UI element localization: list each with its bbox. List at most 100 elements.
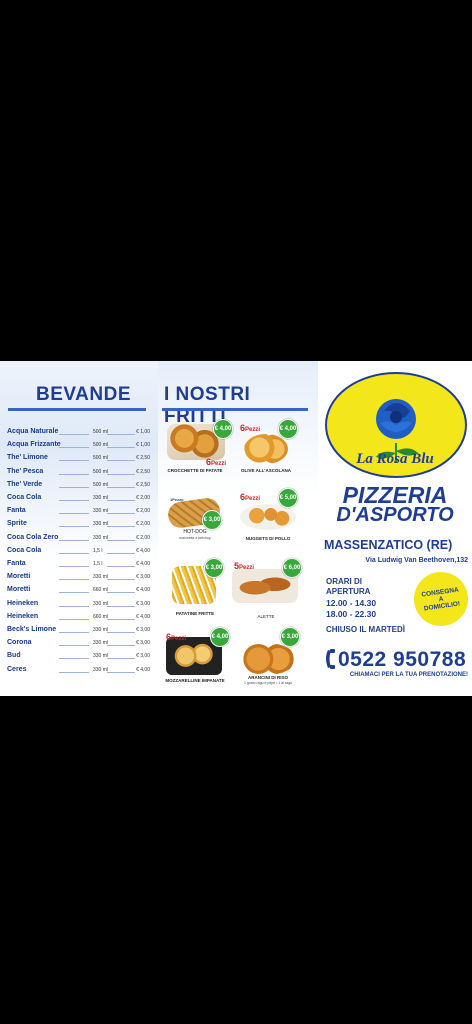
drink-price: € 2,00 (136, 508, 150, 515)
alette-caption: ALETTE (257, 614, 275, 619)
drink-leader-line (107, 658, 135, 660)
drink-size: 330 ml (93, 666, 109, 673)
drink-size: 330 ml (93, 653, 109, 660)
drink-leader-line (107, 605, 135, 607)
drink-leader-line (107, 632, 135, 633)
drink-price: € 2,00 (136, 521, 150, 528)
crocchette-caption: CROCCHETTE DI PATATE (167, 468, 223, 473)
drink-name: Fanta (7, 560, 26, 567)
drink-row: Heineken 660 ml € 4,00 (7, 613, 153, 626)
drink-name: Coca Cola (7, 494, 42, 501)
mozzarelline-caption: MOZZARELLINE IMPANATE (165, 678, 225, 683)
drink-name: Acqua Frizzante (7, 441, 61, 449)
fritti-panel: I NOSTRI FRITTI € 4,00 6Pezzi CROCCHETTE… (158, 361, 318, 696)
drink-price: € 4,00 (136, 613, 150, 620)
drink-price: € 4,00 (136, 547, 150, 554)
drink-leader-line (59, 526, 89, 528)
drink-leader-line (59, 434, 89, 435)
drink-size: 1,5 l (93, 547, 103, 554)
price-badge: € 6,00 (282, 558, 302, 578)
drink-size: 500 ml (93, 481, 109, 488)
drink-row: Ceres 330 ml € 4,00 (7, 666, 153, 679)
drink-name: Heineken (7, 612, 39, 620)
phone-number[interactable]: 0522 950788 (338, 648, 466, 672)
hours-lunch: 12.00 - 14.30 (326, 598, 377, 608)
drink-leader-line (107, 447, 135, 449)
drink-size: 500 ml (93, 468, 109, 475)
pieces-label: 6Pezzi (166, 632, 187, 642)
drink-row: Moretti 330 ml € 3,00 (7, 573, 153, 586)
drink-name: Coca Cola Zero (7, 533, 59, 541)
drink-price: € 1,00 (136, 429, 150, 435)
drink-leader-line (107, 526, 135, 528)
price-badge: € 3,00 (280, 627, 300, 647)
arancini-sub: 1 gusto ragù e pepe • 1 al ragù (244, 681, 292, 685)
drink-row: Coca Cola 1,5 l € 4,00 (7, 547, 153, 560)
drink-row: The' Verde 500 ml € 2,50 (7, 481, 153, 494)
drink-leader-line (59, 552, 89, 554)
drink-row: Coca Cola 330 ml € 2,00 (7, 494, 153, 507)
drink-leader-line (107, 645, 135, 647)
drink-leader-line (59, 605, 89, 607)
fritti-underline (162, 408, 308, 411)
drink-name: Moretti (7, 573, 31, 581)
drink-size: 330 ml (93, 600, 109, 607)
price-badge: € 4,00 (210, 627, 230, 647)
drink-row: Fanta 330 ml € 2,00 (7, 507, 153, 520)
drink-leader-line (107, 460, 135, 462)
price-badge: € 4,00 (278, 419, 298, 439)
drink-leader-line (107, 552, 135, 554)
pieces-label: 6Pezzi (206, 457, 227, 467)
drink-price: € 2,00 (136, 495, 150, 501)
drink-size: 660 ml (93, 587, 109, 594)
drink-name: Corona (7, 639, 32, 647)
drink-row: Bud 330 ml € 3,00 (7, 652, 153, 665)
brand-line2: D'ASPORTO (336, 504, 454, 526)
drink-leader-line (59, 513, 89, 515)
nuggets-caption: NUGGETS DI POLLO (245, 536, 291, 541)
drink-leader-line (59, 618, 89, 620)
delivery-line3: DOMICILIO! (423, 599, 461, 612)
drink-leader-line (59, 671, 89, 673)
drink-leader-line (107, 513, 135, 515)
drink-leader-line (107, 500, 135, 501)
drink-row: Beck's Limone 330 ml € 3,00 (7, 626, 153, 639)
drink-size: 660 ml (93, 613, 109, 620)
drink-leader-line (59, 632, 89, 633)
drink-size: 500 ml (93, 455, 109, 462)
drink-row: Fanta 1,5 l € 4,00 (7, 560, 153, 573)
drink-size: 330 ml (93, 508, 109, 515)
drink-name: Ceres (7, 665, 27, 673)
drink-price: € 3,00 (136, 627, 150, 633)
drink-name: The' Verde (7, 480, 43, 488)
arancini-caption: ARANCINI DI RISO (247, 675, 288, 680)
drink-leader-line (107, 486, 135, 488)
closed-day: CHIUSO IL MARTEDÌ (326, 625, 405, 634)
drink-size: 1,5 l (93, 561, 103, 567)
drink-name: Bud (7, 652, 21, 660)
patatine-caption: PATATINE FRITTE (175, 611, 215, 616)
drink-price: € 4,00 (136, 561, 150, 567)
drink-leader-line (59, 486, 89, 488)
drink-leader-line (107, 473, 135, 475)
drink-name: Acqua Naturale (7, 428, 59, 435)
olive-image (244, 434, 288, 464)
town: MASSENZATICO (RE) (324, 538, 453, 552)
arancini-image (238, 643, 296, 675)
price-badge: € 3,00 (204, 558, 224, 578)
drink-row: Acqua Naturale 500 ml € 1,00 (7, 428, 153, 441)
drink-leader-line (107, 539, 135, 541)
price-badge: € 5,00 (278, 488, 298, 508)
drink-size: 330 ml (93, 574, 109, 581)
drink-name: Moretti (7, 586, 31, 594)
menu-flyer: BEVANDE Acqua Naturale 500 ml € 1,00 Acqua … (0, 361, 472, 696)
drink-name: Beck's Limone (7, 626, 57, 633)
bevande-underline (8, 408, 146, 411)
drink-size: 500 ml (93, 429, 109, 435)
drink-leader-line (59, 658, 89, 660)
pieces-label: 6Pezzi (240, 423, 261, 433)
hours-label2: APERTURA (326, 587, 371, 596)
hotdog-sub: maionese e ketchup (179, 536, 211, 540)
bevande-title: BEVANDE (36, 384, 131, 405)
drink-price: € 2,00 (136, 534, 150, 541)
